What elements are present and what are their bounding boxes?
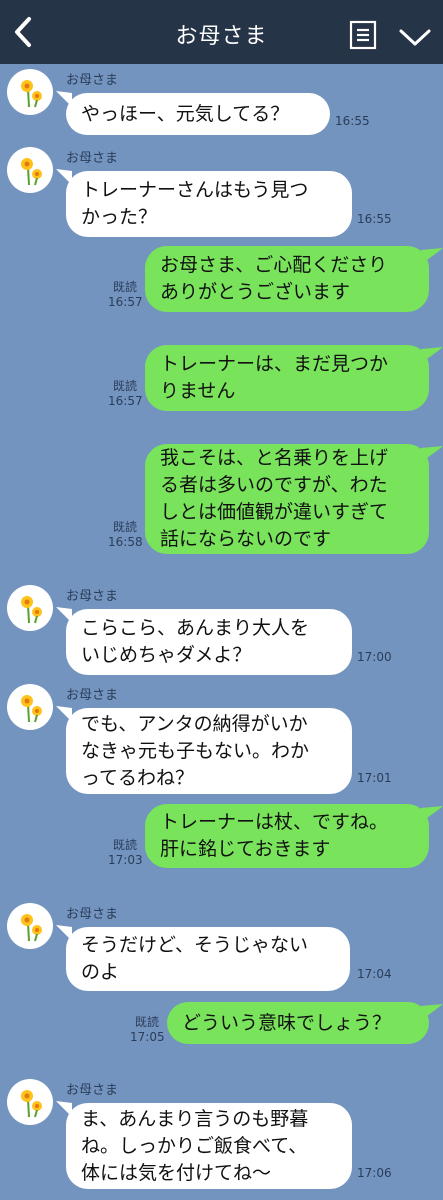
avatar[interactable] — [7, 903, 53, 949]
avatar[interactable] — [7, 585, 53, 631]
message-bubble[interactable]: どういう意味でしょう？ — [167, 1002, 429, 1044]
avatar[interactable] — [7, 684, 53, 730]
message-read-time: 既読 17:05 — [130, 1015, 165, 1045]
message-bubble[interactable]: ま、あんまり言うのも野暮 ね。しっかりご飯食べて、 体には気を付けてね〜 — [66, 1103, 352, 1189]
message-list[interactable]: お母さま やっほー、元気してる？ 16:55 お母さま トレーナーさんはもう見つ… — [0, 64, 443, 1200]
message-time: 17:03 — [108, 853, 143, 867]
message-bubble[interactable]: お母さま、ご心配くださり ありがとうございます — [145, 246, 429, 312]
message-bubble[interactable]: トレーナーは、まだ見つか りません — [145, 345, 429, 411]
bubble-tail — [421, 806, 443, 822]
message-bubble[interactable]: やっほー、元気してる？ — [66, 93, 330, 135]
sunflower-icon — [21, 1090, 42, 1118]
bubble-tail — [421, 248, 443, 264]
message-bubble[interactable]: トレーナーさんはもう見つ かった？ — [66, 171, 352, 237]
note-icon[interactable] — [349, 20, 377, 50]
message-bubble[interactable]: そうだけど、そうじゃない のよ — [66, 927, 350, 991]
message-bubble[interactable]: トレーナーは杖、ですね。 肝に銘じておきます — [145, 804, 429, 868]
message-read-time: 既読 16:57 — [108, 379, 143, 409]
chat-app: お母さま お母さま やっほー、元気してる？ 16:55 お母さま トレーナーさん… — [0, 0, 443, 1200]
sunflower-icon — [21, 596, 42, 624]
read-receipt: 既読 — [112, 520, 137, 534]
message-time: 16:57 — [108, 295, 143, 309]
message-time: 17:06 — [357, 1166, 392, 1180]
sender-name: お母さま — [66, 688, 119, 703]
avatar[interactable] — [7, 147, 53, 193]
read-receipt: 既読 — [134, 1015, 159, 1029]
message-time: 17:01 — [357, 771, 392, 785]
read-receipt: 既読 — [112, 838, 137, 852]
chat-header: お母さま — [0, 0, 443, 64]
sender-name: お母さま — [66, 907, 119, 922]
message-bubble[interactable]: こらこら、あんまり大人を いじめちゃダメよ？ — [66, 609, 352, 675]
sender-name: お母さま — [66, 151, 119, 166]
message-time: 17:04 — [357, 967, 392, 981]
message-time: 16:58 — [108, 535, 143, 549]
read-receipt: 既読 — [112, 379, 137, 393]
message-read-time: 既読 16:58 — [108, 520, 143, 550]
message-time: 16:55 — [335, 114, 370, 128]
message-time: 17:05 — [130, 1030, 165, 1044]
avatar[interactable] — [7, 69, 53, 115]
message-time: 16:55 — [357, 212, 392, 226]
message-read-time: 既読 16:57 — [108, 280, 143, 310]
bubble-tail — [421, 1004, 443, 1020]
sunflower-icon — [21, 80, 42, 108]
sunflower-icon — [21, 914, 42, 942]
message-bubble[interactable]: でも、アンタの納得がいか なきゃ元も子もない。わか ってるわね？ — [66, 708, 352, 794]
message-bubble[interactable]: 我こそは、と名乗りを上げ る者は多いのですが、わた しとは価値観が違いすぎて 話… — [145, 444, 429, 554]
read-receipt: 既読 — [112, 280, 137, 294]
bubble-tail — [421, 347, 443, 363]
avatar[interactable] — [7, 1079, 53, 1125]
sunflower-icon — [21, 695, 42, 723]
sender-name: お母さま — [66, 589, 119, 604]
message-time: 17:00 — [357, 650, 392, 664]
chevron-down-icon[interactable] — [398, 26, 432, 48]
sunflower-icon — [21, 158, 42, 186]
sender-name: お母さま — [66, 1083, 119, 1098]
message-time: 16:57 — [108, 394, 143, 408]
sender-name: お母さま — [66, 73, 119, 88]
message-read-time: 既読 17:03 — [108, 838, 143, 868]
bubble-tail — [421, 446, 443, 462]
